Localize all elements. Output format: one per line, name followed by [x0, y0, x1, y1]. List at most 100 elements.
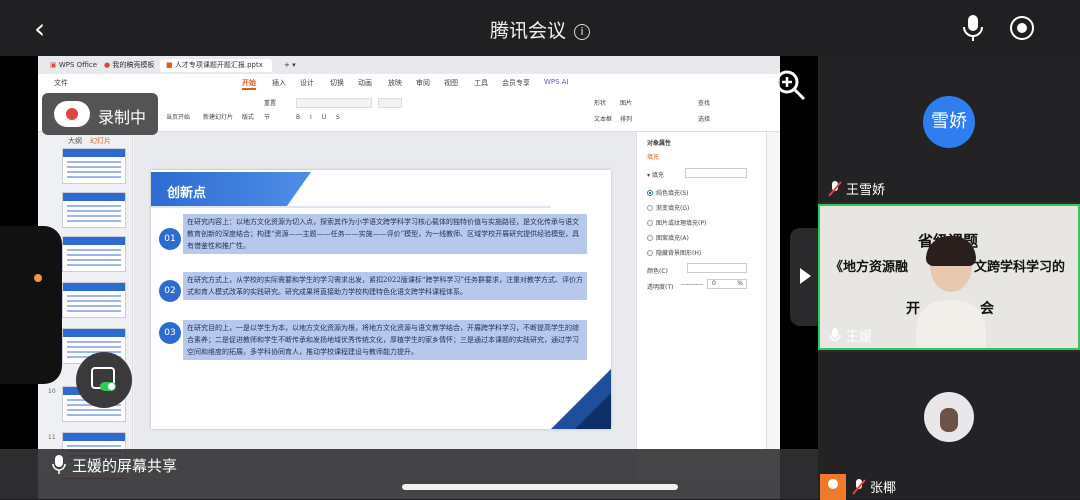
- reset-button[interactable]: 重置: [264, 98, 276, 107]
- toggle-icon: [100, 382, 116, 391]
- floating-chat-button[interactable]: [76, 352, 132, 408]
- fill-tab[interactable]: 填充: [647, 152, 659, 161]
- color-picker[interactable]: [687, 263, 747, 273]
- fill-option-hide-bg[interactable]: 隐藏背景图形(H): [647, 248, 701, 257]
- microphone-icon[interactable]: [962, 14, 984, 42]
- transparency-label: 透明度(T): [647, 284, 674, 291]
- participant-tile[interactable]: 张椰: [818, 352, 1080, 500]
- zoom-icon[interactable]: [773, 68, 807, 102]
- meeting-title: 腾讯会议 i: [0, 16, 1080, 43]
- participant-name: 王媛: [828, 326, 872, 345]
- shared-screen: ▣ WPS Office ● 我的稿壳模板 ■ 人才专项课题开题汇报.pptx …: [0, 56, 820, 499]
- font-select[interactable]: [296, 98, 372, 108]
- sharer-label: 王媛的屏幕共享: [72, 457, 178, 475]
- innovation-item: 03 在研究目的上，一是以学生为本，以地方文化资源为根，将地方文化资源与语文教学…: [159, 320, 589, 372]
- new-tab-icon[interactable]: + ▾: [278, 59, 302, 72]
- font-format-group[interactable]: B I U S: [296, 114, 344, 121]
- ribbon-tab-view[interactable]: 视图: [444, 78, 458, 88]
- outline-tab[interactable]: 大纲: [68, 136, 82, 146]
- ribbon-tab-review[interactable]: 审阅: [416, 78, 430, 88]
- item-text[interactable]: 在研究方式上，从学校的实际需要和学生的学习需求出发，紧扣2022版课标“跨学科学…: [183, 272, 587, 300]
- record-icon[interactable]: [1010, 16, 1034, 40]
- ribbon-tab-member[interactable]: 会员专享: [502, 78, 530, 88]
- tab-document[interactable]: ■ 人才专项课题开题汇报.pptx ×: [160, 59, 272, 82]
- select-button[interactable]: 选择: [698, 114, 710, 123]
- fill-option-solid[interactable]: 纯色填充(S): [647, 188, 689, 197]
- corner-decoration: [575, 393, 611, 429]
- right-drawer-handle[interactable]: [790, 228, 820, 326]
- cloud-record-icon: [54, 101, 90, 127]
- screen-share-banner: 王媛的屏幕共享: [0, 449, 818, 499]
- slide-thumb[interactable]: [62, 148, 126, 184]
- ribbon-tab-insert[interactable]: 插入: [272, 78, 286, 88]
- ribbon-tab-wps-ai[interactable]: WPS AI: [544, 78, 569, 86]
- item-text[interactable]: 在研究内容上：以地方文化资源为切入点，探索其作为小学语文跨学科学习核心载体的独特…: [183, 214, 587, 254]
- slide-thumb[interactable]: [62, 192, 126, 228]
- left-drawer-handle[interactable]: [0, 226, 62, 384]
- slide-number: 11: [48, 434, 56, 441]
- participant-name: 张椰: [820, 474, 896, 500]
- meeting-topbar: ‹ 腾讯会议 i: [0, 0, 1080, 56]
- item-number: 01: [159, 228, 181, 250]
- mic-muted-icon: [852, 479, 866, 495]
- picture-button[interactable]: 图片: [620, 98, 632, 107]
- fill-option-picture[interactable]: 图片或纹理填充(P): [647, 218, 706, 227]
- microphone-icon: [52, 455, 66, 474]
- slide-number: 10: [48, 388, 56, 395]
- fill-option-gradient[interactable]: 渐变填充(G): [647, 203, 689, 212]
- object-properties-panel: 对象属性 填充 ▾ 填充 纯色填充(S) 渐变填充(G) 图片或纹理填充(P) …: [636, 132, 766, 479]
- right-tool-strip[interactable]: [766, 132, 780, 479]
- layout-button[interactable]: 版式: [242, 112, 254, 121]
- ribbon-tab-design[interactable]: 设计: [300, 78, 314, 88]
- info-icon[interactable]: i: [574, 24, 590, 40]
- tab-template[interactable]: ● 我的稿壳模板: [98, 59, 160, 72]
- section-button[interactable]: 节: [264, 112, 270, 121]
- slides-tab[interactable]: 幻灯片: [90, 136, 111, 146]
- avatar: [924, 392, 974, 442]
- new-slide-button[interactable]: 新建幻灯片: [203, 112, 233, 121]
- transparency-input[interactable]: 0 %: [707, 279, 747, 289]
- slide-thumb[interactable]: [62, 282, 126, 318]
- item-number: 03: [159, 322, 181, 344]
- slide-title: 创新点: [167, 186, 207, 201]
- ribbon-tab-file[interactable]: 文件: [54, 78, 68, 88]
- home-indicator[interactable]: [402, 484, 678, 490]
- font-size-select[interactable]: [378, 98, 402, 108]
- divider: [151, 206, 551, 208]
- slide-title-banner: 创新点: [151, 172, 311, 206]
- participant-video: [916, 236, 986, 348]
- mic-muted-icon: [828, 181, 842, 197]
- fill-dropdown[interactable]: [685, 168, 747, 178]
- ribbon-tab-home[interactable]: 开始: [242, 78, 256, 90]
- ribbon-tab-transition[interactable]: 切换: [330, 78, 344, 88]
- arrange-button[interactable]: 排列: [620, 114, 632, 123]
- color-label: 颜色(C): [647, 268, 668, 275]
- fill-option-pattern[interactable]: 图案填充(A): [647, 233, 689, 242]
- ribbon-tab-tools[interactable]: 工具: [474, 78, 488, 88]
- innovation-item: 01 在研究内容上：以地方文化资源为切入点，探索其作为小学语文跨学科学习核心载体…: [159, 214, 589, 264]
- ribbon-tab-slideshow[interactable]: 放映: [388, 78, 402, 88]
- textbox-button[interactable]: 文本框: [594, 114, 612, 123]
- fill-section-label: ▾ 填充: [647, 172, 664, 179]
- panel-title: 对象属性: [647, 140, 672, 147]
- item-text[interactable]: 在研究目的上，一是以学生为本，以地方文化资源为根，将地方文化资源与语文教学结合，…: [183, 320, 587, 360]
- slide-thumb[interactable]: [62, 236, 126, 272]
- participant-tile[interactable]: 雪娇 王雪娇: [818, 56, 1080, 202]
- slide[interactable]: 创新点 01 在研究内容上：以地方文化资源为切入点，探索其作为小学语文跨学科学习…: [151, 170, 611, 429]
- recording-label: 录制中: [98, 108, 147, 127]
- shape-button[interactable]: 形状: [594, 98, 606, 107]
- ribbon-tab-animation[interactable]: 动画: [358, 78, 372, 88]
- slide-canvas: 创新点 01 在研究内容上：以地方文化资源为切入点，探索其作为小学语文跨学科学习…: [134, 132, 636, 479]
- user-icon: [820, 474, 846, 500]
- find-button[interactable]: 查找: [698, 98, 710, 107]
- participant-list: 雪娇 王雪娇 省级课题 《地方资源融文跨学科学习的 开会 王媛 张椰: [818, 56, 1080, 500]
- item-number: 02: [159, 280, 181, 302]
- wps-tabbar: ▣ WPS Office ● 我的稿壳模板 ■ 人才专项课题开题汇报.pptx …: [38, 56, 780, 82]
- play-current-button[interactable]: 当页开始: [166, 112, 190, 121]
- transparency-slider[interactable]: [681, 284, 703, 285]
- avatar: 雪娇: [923, 96, 975, 148]
- play-arrow-icon: [800, 268, 811, 284]
- tab-wps-office[interactable]: ▣ WPS Office: [44, 59, 103, 72]
- participant-tile-active[interactable]: 省级课题 《地方资源融文跨学科学习的 开会 王媛: [818, 204, 1080, 350]
- recording-badge[interactable]: 录制中: [42, 93, 158, 135]
